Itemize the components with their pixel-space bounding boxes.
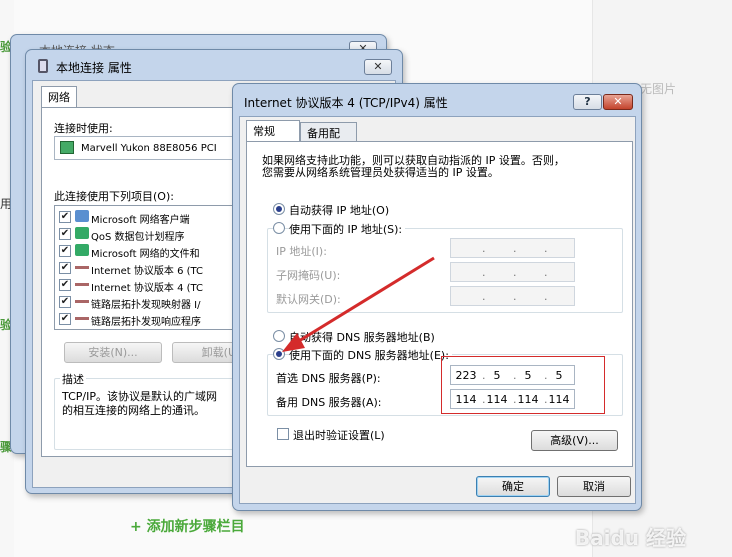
baidu-watermark: Baidu 经验 [574,526,686,550]
annotation-arrow [282,256,435,352]
